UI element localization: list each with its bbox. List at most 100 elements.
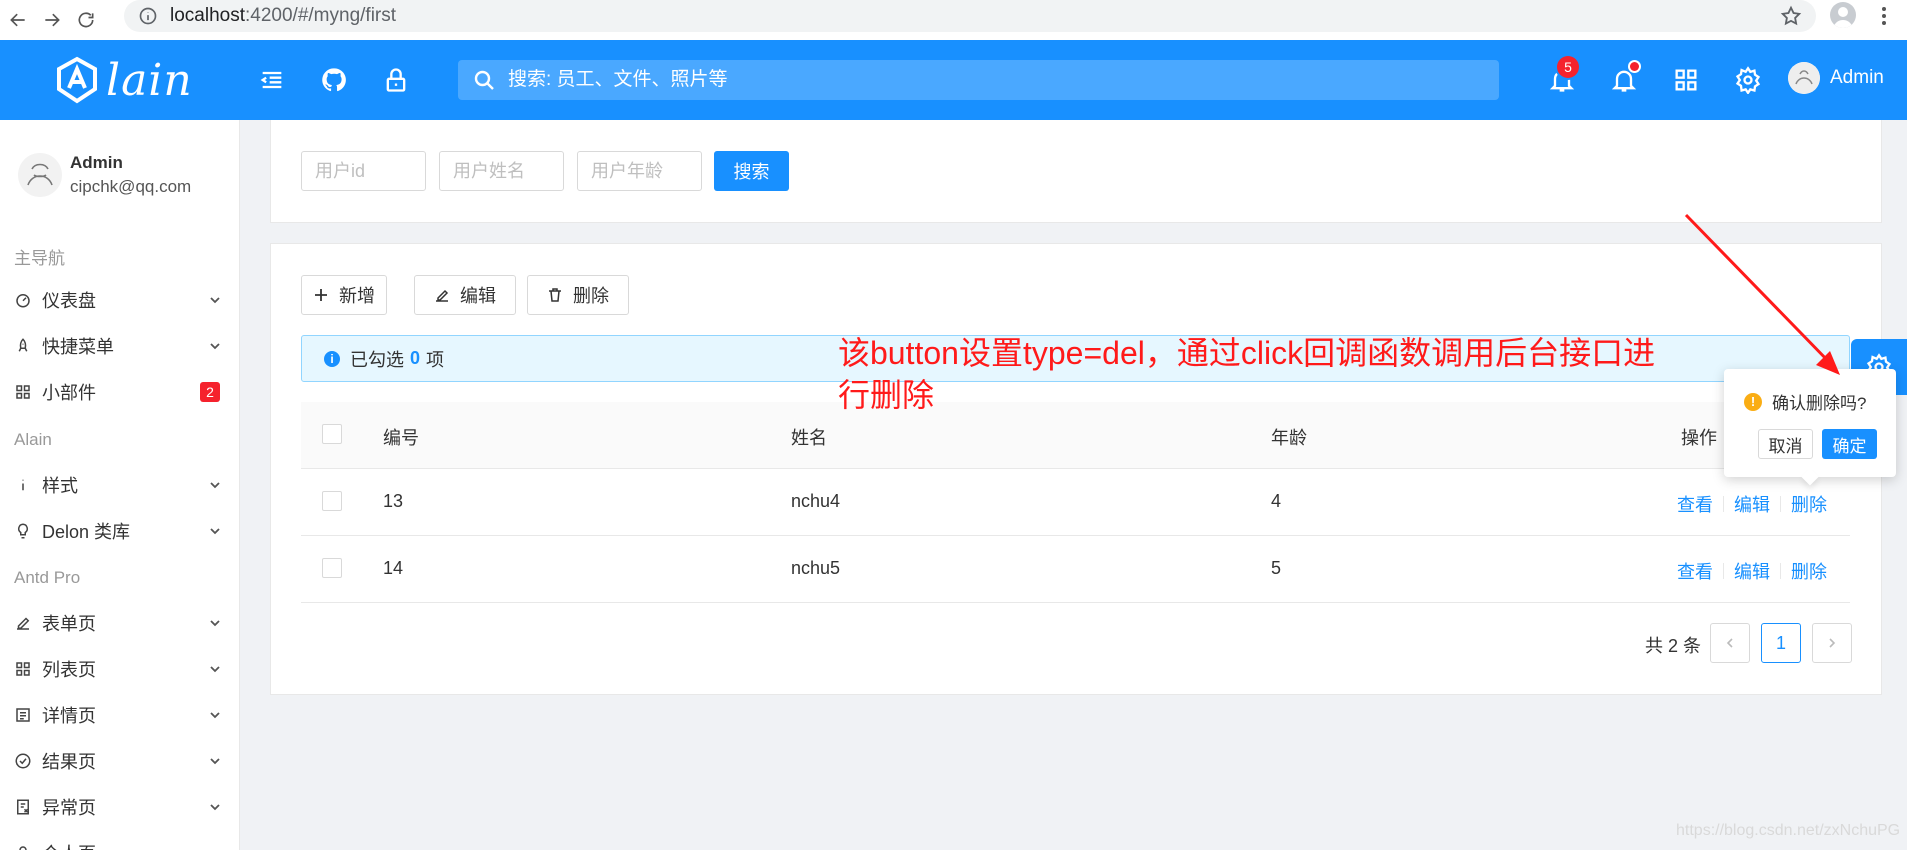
column-header-id[interactable]: 编号 xyxy=(383,424,419,450)
view-link[interactable]: 查看 xyxy=(1677,558,1713,584)
popconfirm-ok-button[interactable]: 确定 xyxy=(1822,429,1877,459)
chevron-down-icon xyxy=(210,620,220,627)
search-button[interactable]: 搜索 xyxy=(714,151,789,191)
user-id-input[interactable] xyxy=(301,151,426,191)
app-grid-icon[interactable] xyxy=(1672,66,1700,94)
prev-page-button[interactable] xyxy=(1710,623,1750,663)
sidebar-item-shortcut[interactable]: 快捷菜单 xyxy=(14,331,222,361)
row-actions: 查看 编辑 删除 xyxy=(1677,491,1827,517)
divider xyxy=(1780,496,1781,512)
add-button-label: 新增 xyxy=(339,286,375,306)
bookmark-star-icon[interactable] xyxy=(1780,5,1802,27)
address-bar[interactable]: localhost:4200/#/myng/first xyxy=(124,0,1816,32)
add-button[interactable]: 新增 xyxy=(301,275,387,315)
notification-count-badge: 5 xyxy=(1557,56,1579,78)
browser-menu-icon[interactable] xyxy=(1872,4,1896,28)
sidebar-user-email: cipchk@qq.com xyxy=(70,177,192,196)
chevron-down-icon xyxy=(208,846,222,850)
page-number-button[interactable]: 1 xyxy=(1761,623,1801,663)
reload-icon[interactable] xyxy=(72,6,100,34)
sidebar-item-detail[interactable]: 详情页 xyxy=(14,700,222,730)
search-input[interactable] xyxy=(508,69,1408,91)
sidebar-item-dashboard[interactable]: 仪表盘 xyxy=(14,285,222,315)
sidebar-item-list[interactable]: 列表页 xyxy=(14,654,222,684)
view-link[interactable]: 查看 xyxy=(1677,491,1713,517)
popconfirm-text: 确认删除吗? xyxy=(1772,394,1867,413)
chevron-down-icon xyxy=(210,804,220,811)
avatar xyxy=(18,153,62,197)
cell-age: 4 xyxy=(1271,491,1282,511)
plus-icon xyxy=(315,289,327,301)
chevron-down-icon xyxy=(210,482,220,489)
delete-link[interactable]: 删除 xyxy=(1791,491,1827,517)
header-user-menu[interactable]: Admin xyxy=(1788,62,1884,94)
edit-button-label: 编辑 xyxy=(460,286,496,306)
delete-button-label: 删除 xyxy=(573,286,609,306)
annotation-text: 该button设置type=del，通过click回调函数调用后台接口进 行删除 xyxy=(838,332,1718,416)
popconfirm-cancel-button[interactable]: 取消 xyxy=(1758,429,1813,459)
sidebar-item-label: 结果页 xyxy=(42,752,96,772)
logo[interactable]: lain xyxy=(52,52,193,108)
sidebar-item-label: 样式 xyxy=(42,476,78,496)
delete-link[interactable]: 删除 xyxy=(1791,558,1827,584)
dashboard-icon xyxy=(16,294,30,308)
chevron-left-icon xyxy=(1726,638,1733,648)
sidebar-item-account[interactable]: 个人页 xyxy=(14,838,222,850)
task-dot-badge xyxy=(1630,62,1639,71)
edit-link[interactable]: 编辑 xyxy=(1734,558,1770,584)
row-checkbox[interactable] xyxy=(322,558,342,578)
column-header-name[interactable]: 姓名 xyxy=(791,424,827,450)
chevron-down-icon xyxy=(210,712,220,719)
pagination-total: 共 2 条 xyxy=(1645,636,1702,656)
check-circle-icon xyxy=(15,753,31,769)
search-icon xyxy=(474,70,494,90)
lock-icon[interactable] xyxy=(382,66,410,94)
annotation-line: 该button设置type=del，通过click回调函数调用后台接口进 xyxy=(838,335,1656,371)
forward-icon[interactable] xyxy=(38,6,66,34)
browser-profile-icon[interactable] xyxy=(1830,2,1856,28)
back-icon[interactable] xyxy=(4,6,32,34)
sidebar-item-label: 个人页 xyxy=(42,840,96,850)
github-icon[interactable] xyxy=(320,66,348,94)
menu-fold-icon[interactable] xyxy=(258,66,286,94)
sidebar-user-card[interactable]: Admin cipchk@qq.com xyxy=(18,153,191,197)
sidebar-item-result[interactable]: 结果页 xyxy=(14,746,222,776)
sidebar-item-delon[interactable]: Delon 类库 xyxy=(14,516,222,546)
sidebar-item-style[interactable]: 样式 xyxy=(14,470,222,500)
header-search[interactable] xyxy=(458,60,1499,100)
user-age-input[interactable] xyxy=(577,151,702,191)
select-all-checkbox[interactable] xyxy=(322,424,342,444)
alert-suffix: 项 xyxy=(426,349,445,370)
edit-link[interactable]: 编辑 xyxy=(1734,491,1770,517)
cell-id: 13 xyxy=(383,491,404,511)
edit-icon xyxy=(436,289,449,302)
sidebar-item-label: 异常页 xyxy=(42,798,96,818)
column-header-age[interactable]: 年龄 xyxy=(1271,424,1307,450)
exclamation-icon: ! xyxy=(1744,392,1762,411)
row-checkbox[interactable] xyxy=(322,491,342,511)
next-page-button[interactable] xyxy=(1812,623,1852,663)
info-circle-icon: i xyxy=(324,350,340,367)
sidebar-item-widgets[interactable]: 小部件 2 xyxy=(14,377,222,407)
rocket-icon xyxy=(18,338,28,352)
alert-prefix: 已勾选 xyxy=(350,349,404,370)
sidebar-item-label: 表单页 xyxy=(42,614,96,634)
sidebar-item-label: 快捷菜单 xyxy=(42,337,114,357)
column-header-actions: 操作 xyxy=(1681,428,1717,448)
cell-age: 5 xyxy=(1271,558,1282,578)
sidebar-item-exception[interactable]: 异常页 xyxy=(14,792,222,822)
sidebar-item-form[interactable]: 表单页 xyxy=(14,608,222,638)
header-user-name: Admin xyxy=(1830,67,1884,88)
chevron-down-icon xyxy=(210,758,220,765)
divider xyxy=(1723,496,1724,512)
settings-gear-icon[interactable] xyxy=(1734,66,1762,95)
user-icon xyxy=(19,846,27,850)
user-name-input[interactable] xyxy=(439,151,564,191)
site-info-icon[interactable] xyxy=(138,6,158,26)
menu-group-title: Alain xyxy=(14,430,52,449)
sidebar-item-label: Delon 类库 xyxy=(42,522,131,542)
edit-icon xyxy=(17,617,30,630)
delete-button[interactable]: 删除 xyxy=(527,275,629,315)
filter-card: 搜索 xyxy=(270,120,1882,223)
edit-button[interactable]: 编辑 xyxy=(414,275,516,315)
